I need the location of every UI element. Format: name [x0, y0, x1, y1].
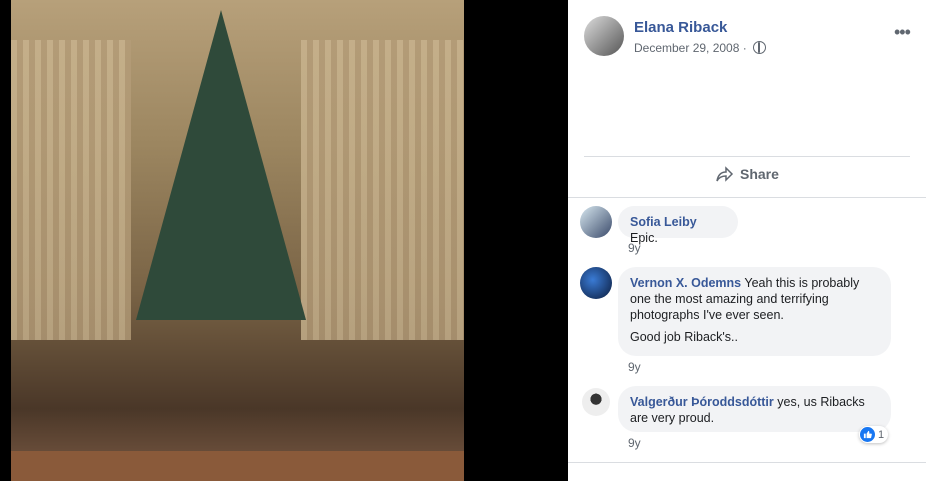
- globe-icon: [753, 41, 767, 54]
- share-icon: [716, 166, 734, 182]
- comment-text-second: Good job Riback's..: [630, 330, 738, 344]
- author-name[interactable]: Elana Riback: [634, 19, 727, 36]
- post-photo[interactable]: [11, 0, 464, 481]
- reaction-count[interactable]: 1: [859, 426, 889, 443]
- christmas-tree: [136, 10, 306, 320]
- divider-top: [584, 156, 910, 157]
- divider-end: [568, 462, 926, 463]
- commenter-avatar[interactable]: [582, 388, 610, 416]
- commenter-avatar[interactable]: [580, 267, 612, 299]
- post-header: Elana Riback December 29, 2008 · •••: [568, 0, 926, 60]
- author-avatar[interactable]: [584, 16, 624, 56]
- share-button[interactable]: Share: [716, 166, 779, 182]
- divider-bottom: [568, 197, 926, 198]
- comment-bubble: Valgerður Þóroddsdóttir yes, us Ribacks …: [618, 386, 891, 432]
- comment-time[interactable]: 9y: [628, 241, 641, 255]
- commenter-name[interactable]: Valgerður Þóroddsdóttir: [630, 395, 774, 409]
- post-date[interactable]: December 29, 2008 ·: [634, 41, 767, 55]
- more-horizontal-icon[interactable]: •••: [894, 22, 911, 43]
- commenter-avatar[interactable]: [580, 206, 612, 238]
- post-sidebar: Elana Riback December 29, 2008 · ••• Sha…: [568, 0, 926, 481]
- curtain-left: [11, 40, 131, 340]
- comment-bubble: Vernon X. Odemns Yeah this is probably o…: [618, 267, 891, 356]
- comment-time[interactable]: 9y: [628, 436, 641, 450]
- rug: [11, 451, 464, 481]
- photo-viewer: [0, 0, 568, 481]
- reaction-count-text: 1: [878, 428, 885, 441]
- post-date-text[interactable]: December 29, 2008 ·: [634, 41, 747, 55]
- comment-time[interactable]: 9y: [628, 360, 641, 374]
- commenter-name[interactable]: Sofia Leiby: [630, 215, 697, 229]
- share-label: Share: [740, 166, 779, 182]
- like-icon: [860, 427, 875, 442]
- commenter-name[interactable]: Vernon X. Odemns: [630, 276, 741, 290]
- curtain-right: [301, 40, 464, 340]
- comment-bubble: Sofia Leiby Epic.: [618, 206, 738, 245]
